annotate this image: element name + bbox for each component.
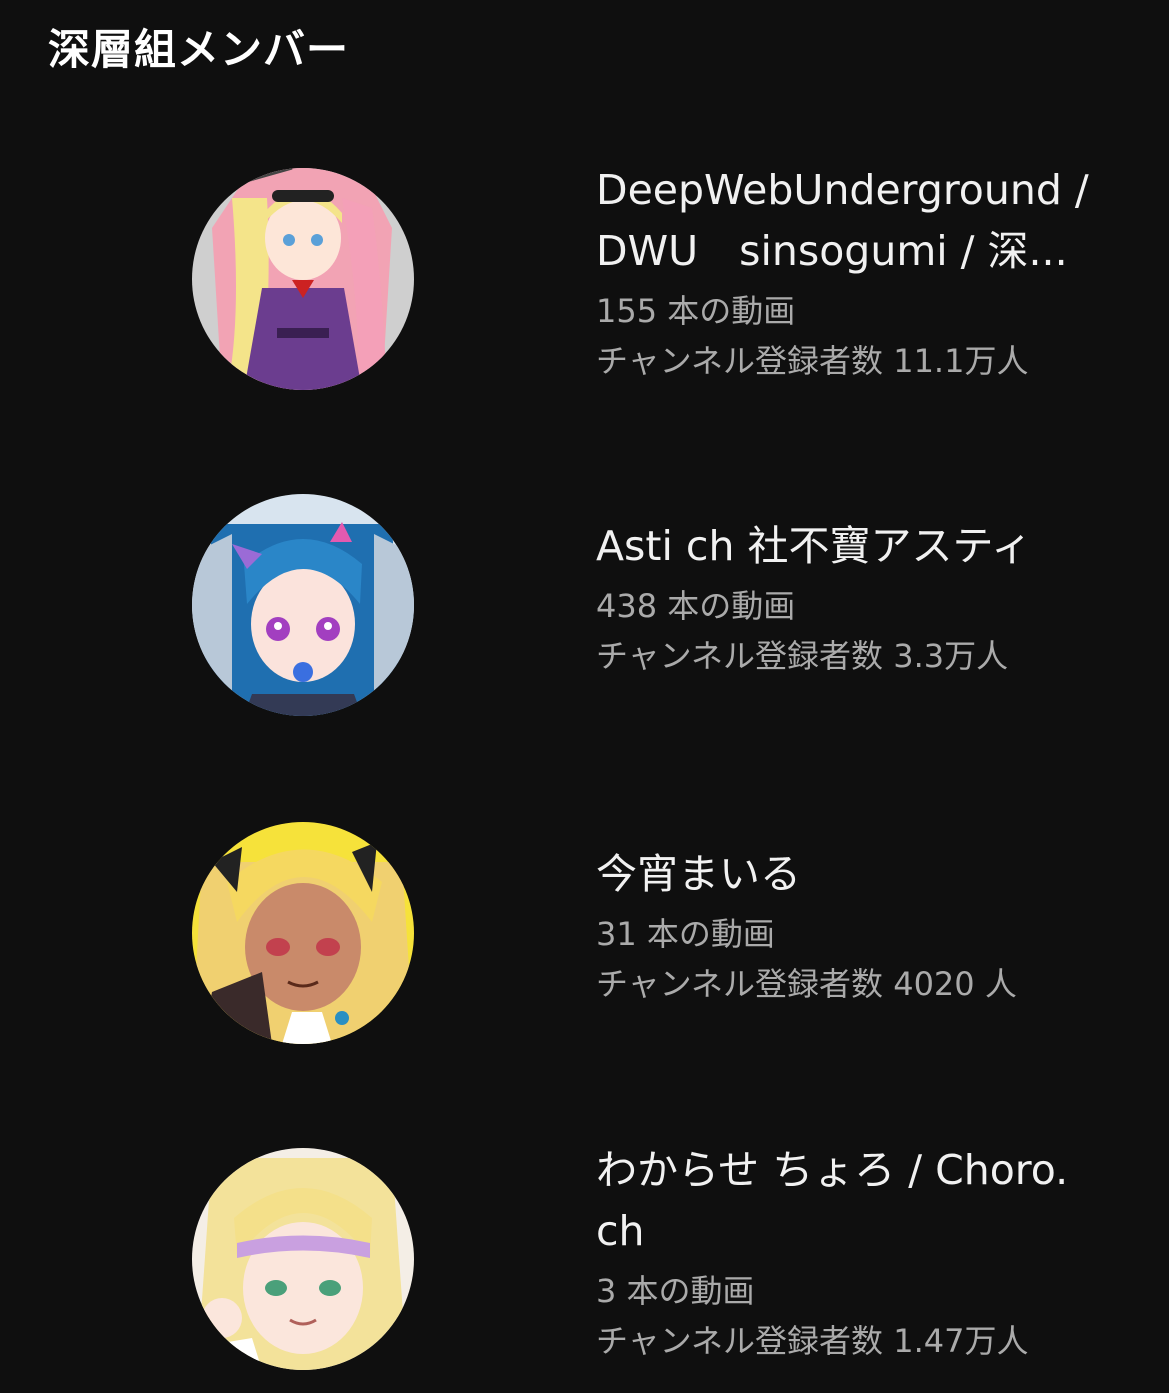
channel-name[interactable]: Asti ch 社不寶アスティ xyxy=(596,516,1136,577)
subscriber-count: チャンネル登録者数 11.1万人 xyxy=(596,342,1029,380)
channel-name-line1: DeepWebUnderground / xyxy=(596,166,1089,214)
channel-item[interactable]: DeepWebUnderground / DWU sinsogumi / 深..… xyxy=(0,166,1169,408)
channel-info: 今宵まいる 31 本の動画 チャンネル登録者数 4020 人 xyxy=(596,844,1136,1009)
section-title: 深層組メンバー xyxy=(48,25,350,74)
channel-avatar[interactable] xyxy=(192,822,414,1044)
avatar-blue-hair-bat-icon xyxy=(192,494,414,716)
subscriber-count: チャンネル登録者数 3.3万人 xyxy=(596,637,1009,675)
subscriber-count: チャンネル登録者数 4020 人 xyxy=(596,965,1017,1003)
channel-avatar[interactable] xyxy=(192,168,414,390)
subscriber-count: チャンネル登録者数 1.47万人 xyxy=(596,1322,1029,1360)
channel-avatar[interactable] xyxy=(192,1148,414,1370)
channel-item[interactable]: わからせ ちょろ / Choro. ch 3 本の動画 チャンネル登録者数 1.… xyxy=(0,1146,1169,1393)
channel-item[interactable]: 今宵まいる 31 本の動画 チャンネル登録者数 4020 人 xyxy=(0,822,1169,1062)
channel-info: Asti ch 社不寶アスティ 438 本の動画 チャンネル登録者数 3.3万人 xyxy=(596,516,1136,681)
video-count: 3 本の動画 xyxy=(596,1272,755,1310)
channel-info: DeepWebUnderground / DWU sinsogumi / 深..… xyxy=(596,160,1136,386)
channel-name[interactable]: わからせ ちょろ / Choro. ch xyxy=(596,1140,1136,1262)
channel-name-line2: DWU sinsogumi / 深... xyxy=(596,227,1068,275)
channel-name-line2: ch xyxy=(596,1207,645,1255)
video-count: 31 本の動画 xyxy=(596,915,775,953)
channel-name[interactable]: 今宵まいる xyxy=(596,844,1136,905)
channel-avatar[interactable] xyxy=(192,494,414,716)
video-count: 155 本の動画 xyxy=(596,292,796,330)
avatar-blonde-purple-dress-icon xyxy=(192,168,414,390)
avatar-blonde-pink-tips-icon xyxy=(192,1148,414,1370)
channel-name[interactable]: DeepWebUnderground / DWU sinsogumi / 深..… xyxy=(596,160,1136,282)
channel-item[interactable]: Asti ch 社不寶アスティ 438 本の動画 チャンネル登録者数 3.3万人 xyxy=(0,494,1169,734)
channel-info: わからせ ちょろ / Choro. ch 3 本の動画 チャンネル登録者数 1.… xyxy=(596,1140,1136,1366)
video-count: 438 本の動画 xyxy=(596,587,796,625)
avatar-blonde-tan-icon xyxy=(192,822,414,1044)
channel-name-line1: わからせ ちょろ / Choro. xyxy=(596,1146,1069,1194)
